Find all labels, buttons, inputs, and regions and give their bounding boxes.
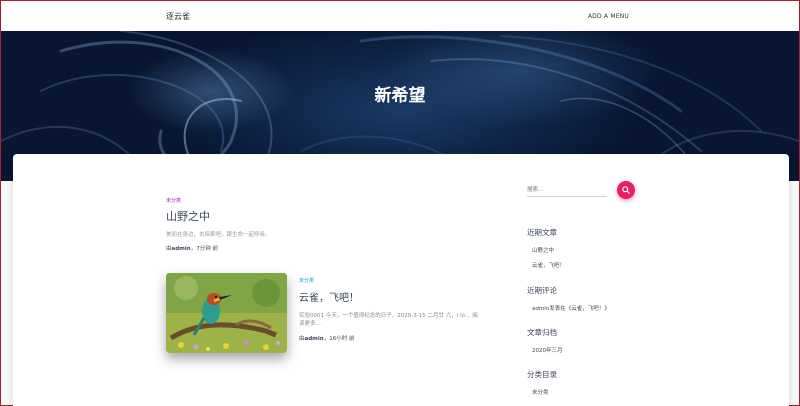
recent-post-link[interactable]: 山野之中 (532, 246, 637, 254)
post-category[interactable]: 未分类 (166, 197, 496, 204)
hero-title: 新希望 (374, 86, 426, 106)
add-menu-link[interactable]: ADD A MENU (588, 13, 629, 20)
search-button[interactable] (617, 181, 635, 199)
post-time: ，16小时 前 (323, 336, 355, 342)
search-input[interactable] (527, 183, 607, 197)
top-navbar: 逐云雀 ADD A MENU (1, 1, 799, 31)
site-brand[interactable]: 逐云雀 (166, 11, 190, 22)
post-excerpt: 美丽在身边，去探索吧，跟生命一起呼吸。 (166, 232, 271, 238)
recent-comment-link[interactable]: admin发表在《云雀，飞吧！》 (532, 304, 637, 312)
post-title[interactable]: 山野之中 (166, 208, 496, 224)
post-title[interactable]: 云雀，飞吧！ (299, 289, 479, 304)
post-thumbnail[interactable] (166, 273, 287, 353)
recent-posts-title: 近期文章 (527, 228, 557, 237)
search-icon (622, 186, 630, 194)
recent-comments-title: 近期评论 (527, 286, 557, 295)
post-author[interactable]: admin (305, 336, 324, 342)
bee-eater-bird-image (166, 273, 287, 353)
post-excerpt: 实验0001 今天，一个值得纪念的日子，2020-3-15 二月廿 六，I lo… (299, 313, 478, 327)
search-form (527, 181, 637, 199)
post-item: 未分类 山野之中 美丽在身边，去探索吧，跟生命一起呼吸。 由admin，7分钟 … (166, 197, 496, 252)
post-time: ，7分钟 前 (190, 246, 218, 252)
sidebar: 近期文章 山野之中 云雀，飞吧！ 近期评论 admin发表在《云雀，飞吧！》 文… (527, 181, 637, 396)
categories-title: 分类目录 (527, 370, 557, 379)
archives-title: 文章归档 (527, 328, 557, 337)
post-meta: 由admin，16小时 前 (299, 334, 479, 342)
archive-link[interactable]: 2020年三月 (532, 346, 637, 354)
category-link[interactable]: 未分类 (532, 388, 637, 396)
post-category[interactable]: 未分类 (299, 277, 479, 284)
post-author[interactable]: admin (172, 246, 191, 252)
post-meta: 由admin，7分钟 前 (166, 244, 496, 252)
post-item: 未分类 云雀，飞吧！ 实验0001 今天，一个值得纪念的日子，2020-3-15… (299, 277, 479, 342)
recent-post-link[interactable]: 云雀，飞吧！ (532, 261, 637, 269)
